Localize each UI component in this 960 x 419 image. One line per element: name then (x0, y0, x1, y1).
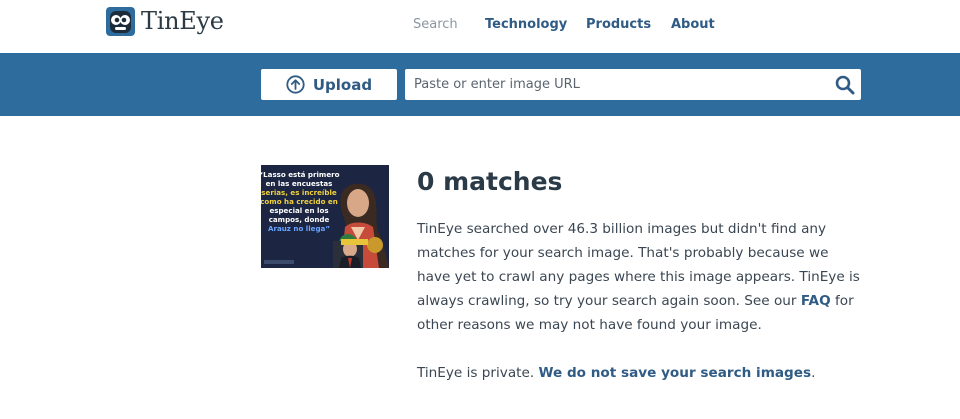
privacy-end: . (811, 365, 816, 381)
thumb-line-4: como ha crecido en (261, 197, 338, 206)
thumb-line-6: campos, donde (269, 215, 330, 224)
svg-text:como ha crecido en: como ha crecido en (261, 197, 338, 206)
svg-text:especial en los: especial en los (269, 206, 328, 215)
brand-name: TinEye (141, 7, 224, 35)
svg-text:serias, es increíble: serias, es increíble (261, 188, 337, 197)
nav-products[interactable]: Products (586, 16, 651, 34)
svg-text:“Lasso está primero: “Lasso está primero (261, 170, 340, 179)
faq-link[interactable]: FAQ (801, 293, 831, 309)
results-description: TinEye searched over 46.3 billion images… (417, 217, 862, 337)
upload-arrow-icon (286, 75, 305, 94)
tineye-logo[interactable]: TinEye (106, 6, 224, 36)
upload-label: Upload (312, 75, 373, 94)
nav-search[interactable]: Search (413, 16, 458, 34)
svg-text:en las encuestas: en las encuestas (266, 179, 333, 188)
results-text-1: TinEye searched over 46.3 billion images… (417, 221, 860, 309)
upload-button[interactable]: Upload (261, 69, 397, 100)
nav-technology[interactable]: Technology (485, 16, 567, 34)
thumb-line-2: en las encuestas (266, 179, 333, 188)
privacy-note: TinEye is private. We do not save your s… (417, 361, 862, 385)
privacy-text: TinEye is private. (417, 365, 539, 381)
image-url-input[interactable] (405, 69, 815, 100)
search-icon[interactable] (835, 75, 855, 95)
thumb-line-5: especial en los (269, 206, 328, 215)
svg-text:Arauz no llega”: Arauz no llega” (268, 224, 330, 233)
nav-about[interactable]: About (671, 16, 715, 34)
results-title: 0 matches (417, 167, 563, 196)
thumb-line-1: “Lasso está primero (261, 170, 340, 179)
query-image-thumbnail: “Lasso está primero en las encuestas ser… (261, 165, 389, 268)
thumb-line-7: Arauz no llega” (268, 224, 330, 233)
svg-text:campos, donde: campos, donde (269, 215, 330, 224)
top-navbar: TinEye Search Technology Products About (0, 0, 960, 53)
privacy-link[interactable]: We do not save your search images (538, 365, 811, 381)
thumb-line-3: serias, es increíble (261, 188, 337, 197)
search-box (405, 69, 861, 100)
query-image: “Lasso está primero en las encuestas ser… (261, 165, 389, 268)
tineye-logo-icon (106, 6, 135, 36)
